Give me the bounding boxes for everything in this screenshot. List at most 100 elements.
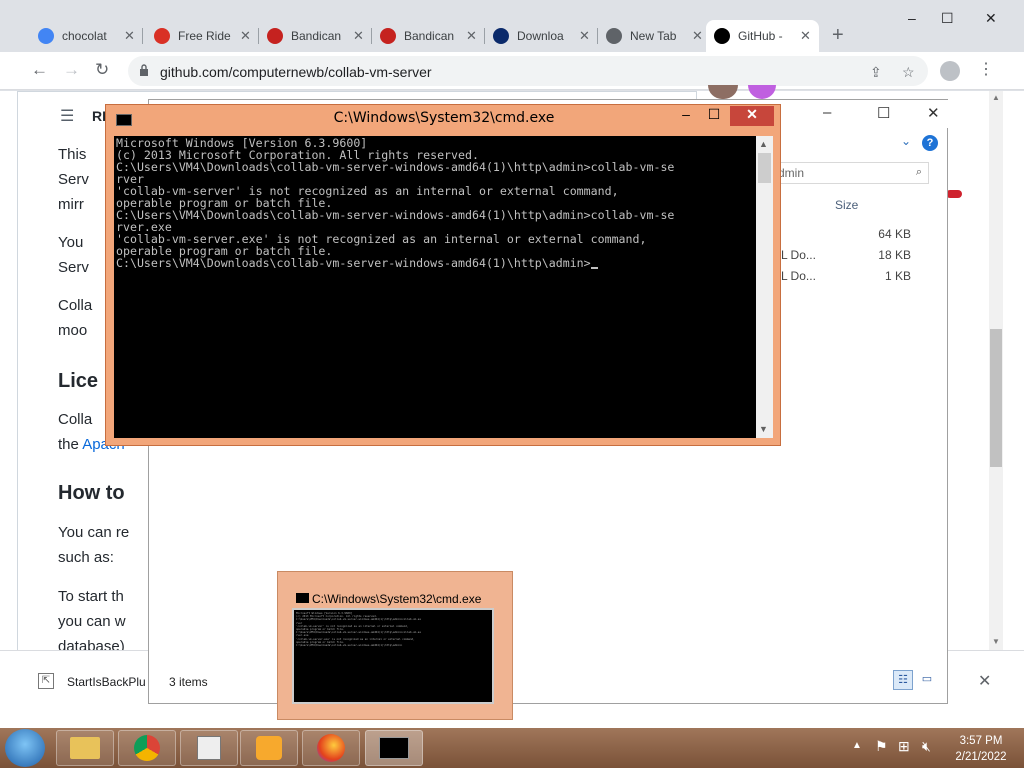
toc-list-icon[interactable]: ☰: [60, 106, 74, 126]
readme-paragraph-3: Colla moo: [58, 297, 93, 339]
console-scrollbar[interactable]: ▲ ▼: [756, 136, 773, 438]
close-window-button[interactable]: ✕: [985, 10, 997, 27]
explorer-minimize-button[interactable]: –: [823, 104, 831, 121]
browser-tab[interactable]: GitHub - ✕: [706, 20, 819, 52]
taskbar-cmd-button[interactable]: [365, 730, 423, 766]
taskbar-app-button[interactable]: [180, 730, 238, 766]
details-view-icon[interactable]: ☷: [893, 670, 913, 690]
explorer-maximize-button[interactable]: ☐: [877, 104, 890, 122]
taskbar-chrome-button[interactable]: [118, 730, 176, 766]
taskbar-preview[interactable]: C:\Windows\System32\cmd.exe Microsoft Wi…: [277, 571, 513, 720]
bandicam-icon: [267, 28, 283, 44]
volume-muted-icon[interactable]: 🔇︎: [922, 738, 931, 755]
address-bar[interactable]: github.com/computernewb/collab-vm-server…: [128, 56, 928, 86]
browser-tab[interactable]: chocolat ✕: [30, 20, 143, 52]
tab-title: Free Ride: [178, 29, 231, 43]
how-to-heading: How to: [58, 482, 125, 504]
preview-screen: Microsoft Windows [Version 6.3.9600] (c) …: [292, 608, 494, 704]
chevron-down-icon[interactable]: ⌄: [901, 134, 911, 148]
taskbar-explorer-button[interactable]: [56, 730, 114, 766]
tab-close-icon[interactable]: ✕: [124, 28, 135, 44]
download-bar-close-icon[interactable]: ✕: [978, 671, 991, 691]
tab-title: Downloa: [517, 29, 564, 43]
explorer-search-input[interactable]: dmin ⌕: [771, 162, 929, 184]
tab-title: Bandican: [291, 29, 342, 43]
free-ride-icon: [154, 28, 170, 44]
github-icon: [714, 28, 730, 44]
lock-icon: [140, 64, 148, 76]
photoshop-icon: [493, 28, 509, 44]
taskbar-media-button[interactable]: [240, 730, 298, 766]
minimize-button[interactable]: –: [908, 10, 916, 26]
search-icon: ⌕: [915, 166, 922, 178]
page-scrollbar[interactable]: ▲ ▼: [989, 91, 1003, 651]
help-icon[interactable]: ?: [922, 135, 938, 151]
google-icon: [38, 28, 54, 44]
system-clock[interactable]: 3:57 PM 2/21/2022: [944, 733, 1018, 765]
tab-close-icon[interactable]: ✕: [466, 28, 477, 44]
browser-tab[interactable]: Bandican ✕: [372, 20, 485, 52]
console-output[interactable]: Microsoft Windows [Version 6.3.9600] (c) …: [114, 136, 756, 438]
taskbar-firefox-button[interactable]: [302, 730, 360, 766]
share-icon[interactable]: ⇪: [870, 64, 882, 81]
cmd-minimize-button[interactable]: –: [674, 106, 698, 126]
new-tab-button[interactable]: +: [832, 24, 844, 47]
tab-title: GitHub -: [738, 29, 783, 43]
license-heading: Lice: [58, 370, 99, 392]
bandicam-icon: [380, 28, 396, 44]
tab-close-icon[interactable]: ✕: [800, 28, 811, 44]
preview-console-text: Microsoft Windows [Version 6.3.9600] (c) …: [296, 612, 421, 648]
cmd-icon: [296, 593, 309, 603]
browser-tab[interactable]: Free Ride ✕: [146, 20, 259, 52]
tab-close-icon[interactable]: ✕: [353, 28, 364, 44]
browser-tab-strip: chocolat ✕ Free Ride ✕ Bandican ✕ Bandican ✕ Dow…: [0, 0, 1024, 52]
show-hidden-icons[interactable]: ▲: [852, 740, 862, 751]
readme-paragraph-2: You Serv: [58, 234, 89, 276]
forward-button[interactable]: →: [63, 60, 80, 80]
readme-paragraph-6: To start th you can w database): [58, 588, 126, 655]
red-marker: [946, 190, 962, 198]
console-cursor: [590, 267, 598, 269]
firefox-icon: [317, 734, 345, 762]
tab-title: chocolat: [62, 29, 107, 43]
scrollbar-thumb[interactable]: [990, 329, 1002, 467]
console-line: C:\Users\VM4\Downloads\collab-vm-server-…: [116, 208, 675, 222]
tiles-view-icon[interactable]: ▭: [917, 670, 937, 690]
tab-title: New Tab: [630, 29, 677, 43]
browser-tab[interactable]: New Tab ✕: [598, 20, 711, 52]
bookmark-star-icon[interactable]: ☆: [902, 64, 915, 81]
profile-avatar[interactable]: [940, 61, 960, 81]
back-button[interactable]: ←: [31, 60, 48, 80]
browser-tab[interactable]: Bandican ✕: [259, 20, 372, 52]
browser-tab[interactable]: Downloa ✕: [485, 20, 598, 52]
action-center-icon[interactable]: ⚑: [875, 738, 888, 755]
cmd-window: C:\Windows\System32\cmd.exe – ☐ ✕ Micros…: [105, 104, 781, 446]
avatar: [708, 85, 738, 99]
preview-title: C:\Windows\System32\cmd.exe: [312, 592, 482, 606]
folder-icon: [70, 737, 100, 759]
tab-close-icon[interactable]: ✕: [692, 28, 703, 44]
avatar: [748, 85, 776, 99]
console-line: C:\Users\VM4\Downloads\collab-vm-server-…: [116, 257, 754, 269]
explorer-close-button[interactable]: ✕: [927, 104, 940, 122]
console-scroll-thumb[interactable]: [758, 153, 771, 183]
network-icon[interactable]: ⊞: [898, 738, 910, 755]
tab-close-icon[interactable]: ✕: [240, 28, 251, 44]
tab-title: Bandican: [404, 29, 455, 43]
maximize-button[interactable]: ☐: [941, 10, 954, 27]
tab-close-icon[interactable]: ✕: [579, 28, 590, 44]
reload-button[interactable]: ↻: [95, 60, 109, 80]
cmd-close-button[interactable]: ✕: [730, 106, 774, 126]
media-player-icon: [256, 736, 282, 760]
readme-paragraph-5: You can re such as:: [58, 524, 130, 566]
cmd-maximize-button[interactable]: ☐: [702, 106, 726, 126]
download-item-label[interactable]: StartIsBackPlu: [67, 675, 146, 689]
chrome-icon: [606, 28, 622, 44]
menu-kebab-icon[interactable]: ⋮: [978, 59, 994, 79]
download-file-icon: ⇱: [38, 673, 54, 689]
tools-icon: [197, 736, 221, 760]
size-column-header[interactable]: Size: [835, 198, 858, 212]
start-button[interactable]: [5, 729, 45, 767]
windows-taskbar: ▲ ⚑ ⊞ 🔇︎ 3:57 PM 2/21/2022: [0, 728, 1024, 768]
readme-paragraph-1: This Serv mirr: [58, 146, 89, 213]
